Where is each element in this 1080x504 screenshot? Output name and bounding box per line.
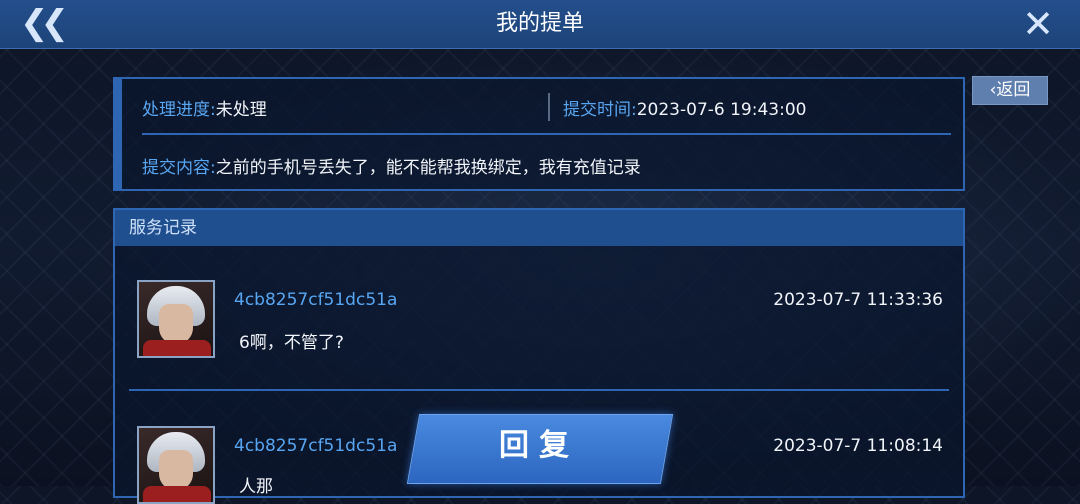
record-timestamp: 2023-07-7 11:33:36 (773, 290, 943, 310)
submit-time-value: 2023-07-6 19:43:00 (636, 100, 807, 120)
avatar (137, 426, 215, 504)
page-title: 我的提单 (495, 11, 584, 36)
record-message: 人那 (239, 477, 273, 497)
status-value: 未处理 (215, 100, 267, 120)
record-message: 6啊，不管了? (239, 333, 344, 353)
divider (142, 133, 951, 135)
reply-button-label[interactable]: 回复 (413, 414, 665, 482)
return-button[interactable]: ‹返回 (972, 76, 1048, 105)
divider (129, 389, 949, 391)
record-timestamp: 2023-07-7 11:08:14 (773, 436, 943, 456)
divider (548, 93, 550, 121)
submit-time-row: 提交时间:2023-07-6 19:43:00 (563, 95, 806, 120)
ticket-card: 处理进度:未处理 提交时间:2023-07-6 19:43:00 提交内容:之前… (113, 77, 965, 191)
content-value: 之前的手机号丢失了，能不能帮我换绑定，我有充值记录 (215, 158, 641, 178)
avatar (137, 280, 215, 358)
submit-time-label: 提交时间: (563, 100, 637, 120)
title-bar: ❮❮ 我的提单 ✕ (0, 0, 1080, 49)
content-row: 提交内容:之前的手机号丢失了，能不能帮我换绑定，我有充值记录 (142, 153, 641, 178)
status-label: 处理进度: (142, 100, 216, 120)
close-icon[interactable]: ✕ (1020, 4, 1056, 44)
return-button-label: 返回 (996, 80, 1031, 100)
content-label: 提交内容: (142, 158, 216, 178)
service-record-title: 服务记录 (115, 210, 963, 246)
record-username: 4cb8257cf51dc51a (234, 436, 398, 456)
status-row: 处理进度:未处理 (142, 95, 267, 120)
record-username: 4cb8257cf51dc51a (234, 290, 398, 310)
